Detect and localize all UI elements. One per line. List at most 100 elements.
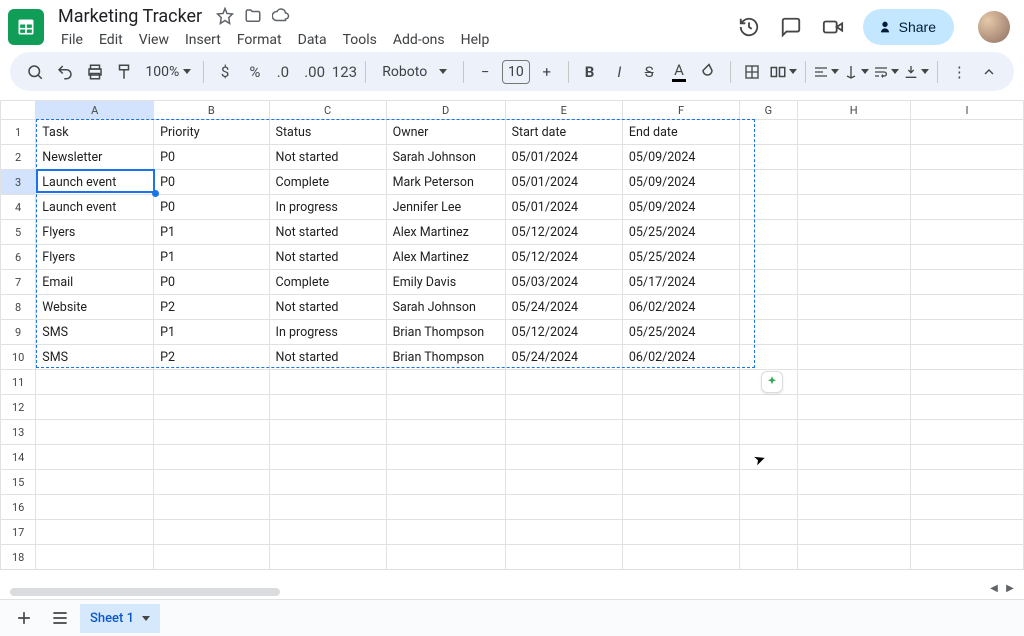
col-header-B[interactable]: B — [154, 101, 269, 120]
cell-F1[interactable]: End date — [622, 120, 739, 145]
cell-I6[interactable] — [910, 245, 1023, 270]
cell-B10[interactable]: P2 — [154, 345, 269, 370]
row-header-6[interactable]: 6 — [1, 245, 36, 270]
cell-D16[interactable] — [386, 495, 505, 520]
cell-C6[interactable]: Not started — [269, 245, 386, 270]
cell-A10[interactable]: SMS — [36, 345, 154, 370]
cell-F11[interactable] — [622, 370, 739, 395]
vertical-align-icon[interactable] — [843, 58, 869, 86]
merge-cells-icon[interactable] — [769, 58, 797, 86]
cell-G2[interactable] — [740, 145, 797, 170]
cell-I17[interactable] — [910, 520, 1023, 545]
row-header-17[interactable]: 17 — [1, 520, 36, 545]
cell-I13[interactable] — [910, 420, 1023, 445]
cell-A1[interactable]: Task — [36, 120, 154, 145]
cell-E1[interactable]: Start date — [505, 120, 622, 145]
cell-C7[interactable]: Complete — [269, 270, 386, 295]
row-header-16[interactable]: 16 — [1, 495, 36, 520]
col-header-F[interactable]: F — [622, 101, 739, 120]
collapse-toolbar-icon[interactable] — [976, 58, 1002, 86]
cell-I4[interactable] — [910, 195, 1023, 220]
cell-I7[interactable] — [910, 270, 1023, 295]
cell-I8[interactable] — [910, 295, 1023, 320]
cell-H4[interactable] — [797, 195, 910, 220]
format-currency-icon[interactable]: $ — [212, 58, 238, 86]
cell-F17[interactable] — [622, 520, 739, 545]
cell-F9[interactable]: 05/25/2024 — [622, 320, 739, 345]
cell-C12[interactable] — [269, 395, 386, 420]
cell-G3[interactable] — [740, 170, 797, 195]
more-toolbar-icon[interactable]: ⋮ — [946, 58, 972, 86]
move-folder-icon[interactable] — [244, 7, 262, 25]
cell-G16[interactable] — [740, 495, 797, 520]
cell-C17[interactable] — [269, 520, 386, 545]
cell-H6[interactable] — [797, 245, 910, 270]
cell-A17[interactable] — [36, 520, 154, 545]
cell-E9[interactable]: 05/12/2024 — [505, 320, 622, 345]
cell-C5[interactable]: Not started — [269, 220, 386, 245]
cell-A12[interactable] — [36, 395, 154, 420]
cell-B2[interactable]: P0 — [154, 145, 269, 170]
cell-G9[interactable] — [740, 320, 797, 345]
row-header-2[interactable]: 2 — [1, 145, 36, 170]
menu-insert[interactable]: Insert — [178, 29, 228, 51]
account-avatar[interactable] — [978, 11, 1010, 43]
menu-help[interactable]: Help — [454, 29, 497, 51]
cell-I10[interactable] — [910, 345, 1023, 370]
cell-H13[interactable] — [797, 420, 910, 445]
cell-G18[interactable] — [740, 545, 797, 570]
menu-add-ons[interactable]: Add-ons — [386, 29, 452, 51]
cell-H12[interactable] — [797, 395, 910, 420]
fill-color-icon[interactable] — [696, 58, 722, 86]
cell-D4[interactable]: Jennifer Lee — [386, 195, 505, 220]
row-header-7[interactable]: 7 — [1, 270, 36, 295]
row-header-10[interactable]: 10 — [1, 345, 36, 370]
cell-E2[interactable]: 05/01/2024 — [505, 145, 622, 170]
cell-G5[interactable] — [740, 220, 797, 245]
paint-format-icon[interactable] — [112, 58, 138, 86]
cell-C10[interactable]: Not started — [269, 345, 386, 370]
cell-H8[interactable] — [797, 295, 910, 320]
row-header-15[interactable]: 15 — [1, 470, 36, 495]
decrease-font-icon[interactable]: − — [472, 58, 498, 86]
cell-G8[interactable] — [740, 295, 797, 320]
cell-A11[interactable] — [36, 370, 154, 395]
cell-C3[interactable]: Complete — [269, 170, 386, 195]
cell-B17[interactable] — [154, 520, 269, 545]
select-all-corner[interactable] — [1, 101, 36, 120]
cell-F2[interactable]: 05/09/2024 — [622, 145, 739, 170]
cell-D9[interactable]: Brian Thompson — [386, 320, 505, 345]
cell-B11[interactable] — [154, 370, 269, 395]
cell-I18[interactable] — [910, 545, 1023, 570]
cell-F12[interactable] — [622, 395, 739, 420]
cell-B16[interactable] — [154, 495, 269, 520]
cell-D12[interactable] — [386, 395, 505, 420]
cell-G14[interactable] — [740, 445, 797, 470]
cell-C14[interactable] — [269, 445, 386, 470]
text-color-icon[interactable]: A — [666, 58, 692, 86]
cell-F10[interactable]: 06/02/2024 — [622, 345, 739, 370]
text-wrap-icon[interactable] — [873, 58, 899, 86]
cell-E8[interactable]: 05/24/2024 — [505, 295, 622, 320]
cell-A4[interactable]: Launch event — [36, 195, 154, 220]
cell-B18[interactable] — [154, 545, 269, 570]
cell-F16[interactable] — [622, 495, 739, 520]
cell-C18[interactable] — [269, 545, 386, 570]
cell-H11[interactable] — [797, 370, 910, 395]
cell-E16[interactable] — [505, 495, 622, 520]
cell-D18[interactable] — [386, 545, 505, 570]
cell-A13[interactable] — [36, 420, 154, 445]
row-header-4[interactable]: 4 — [1, 195, 36, 220]
cell-D5[interactable]: Alex Martinez — [386, 220, 505, 245]
document-name[interactable]: Marketing Tracker — [54, 4, 206, 29]
font-family-selector[interactable]: Roboto — [374, 64, 455, 80]
horizontal-align-icon[interactable] — [813, 58, 839, 86]
row-header-9[interactable]: 9 — [1, 320, 36, 345]
cell-D6[interactable]: Alex Martinez — [386, 245, 505, 270]
scroll-right-icon[interactable]: ▶ — [1002, 580, 1018, 596]
cell-C4[interactable]: In progress — [269, 195, 386, 220]
history-icon[interactable] — [737, 15, 761, 39]
strikethrough-icon[interactable]: S — [636, 58, 662, 86]
print-icon[interactable] — [82, 58, 108, 86]
cell-F15[interactable] — [622, 470, 739, 495]
